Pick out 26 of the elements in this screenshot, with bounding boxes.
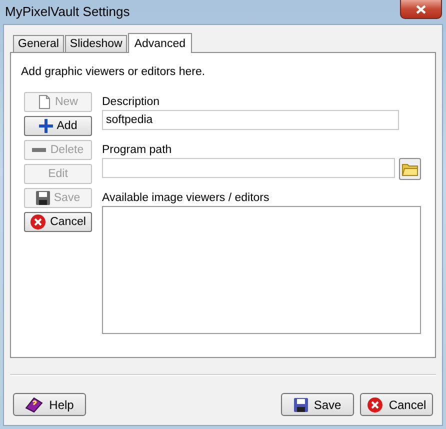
close-icon xyxy=(30,214,46,230)
close-icon xyxy=(366,396,383,412)
field-label: Available image viewers / editors xyxy=(102,192,270,204)
window-title: MyPixelVault Settings xyxy=(5,4,130,19)
description-field[interactable]: softpedia xyxy=(102,110,399,130)
side-button[interactable]: Add xyxy=(24,116,92,136)
footer-button[interactable]: Help xyxy=(13,393,86,416)
viewers-list[interactable] xyxy=(102,206,421,334)
tab[interactable]: Slideshow xyxy=(64,35,128,52)
folder-icon xyxy=(402,162,418,176)
minus-icon xyxy=(32,148,46,152)
book-icon xyxy=(25,396,44,412)
tab[interactable]: Advanced xyxy=(128,33,192,53)
footer-button[interactable]: Cancel xyxy=(360,393,433,416)
plus-icon xyxy=(38,119,53,133)
intro-text: Add graphic viewers or editors here. xyxy=(21,66,206,78)
close-button[interactable] xyxy=(400,0,442,19)
field-label: Program path xyxy=(102,144,173,156)
field-label: Description xyxy=(102,96,161,108)
tab[interactable]: General xyxy=(13,35,64,52)
footer-button[interactable]: Save xyxy=(281,393,354,416)
side-button[interactable]: Cancel xyxy=(24,212,92,232)
document-icon xyxy=(38,95,51,109)
close-icon xyxy=(416,4,426,14)
browse-button[interactable] xyxy=(399,158,421,180)
program-path-field[interactable] xyxy=(102,158,395,178)
